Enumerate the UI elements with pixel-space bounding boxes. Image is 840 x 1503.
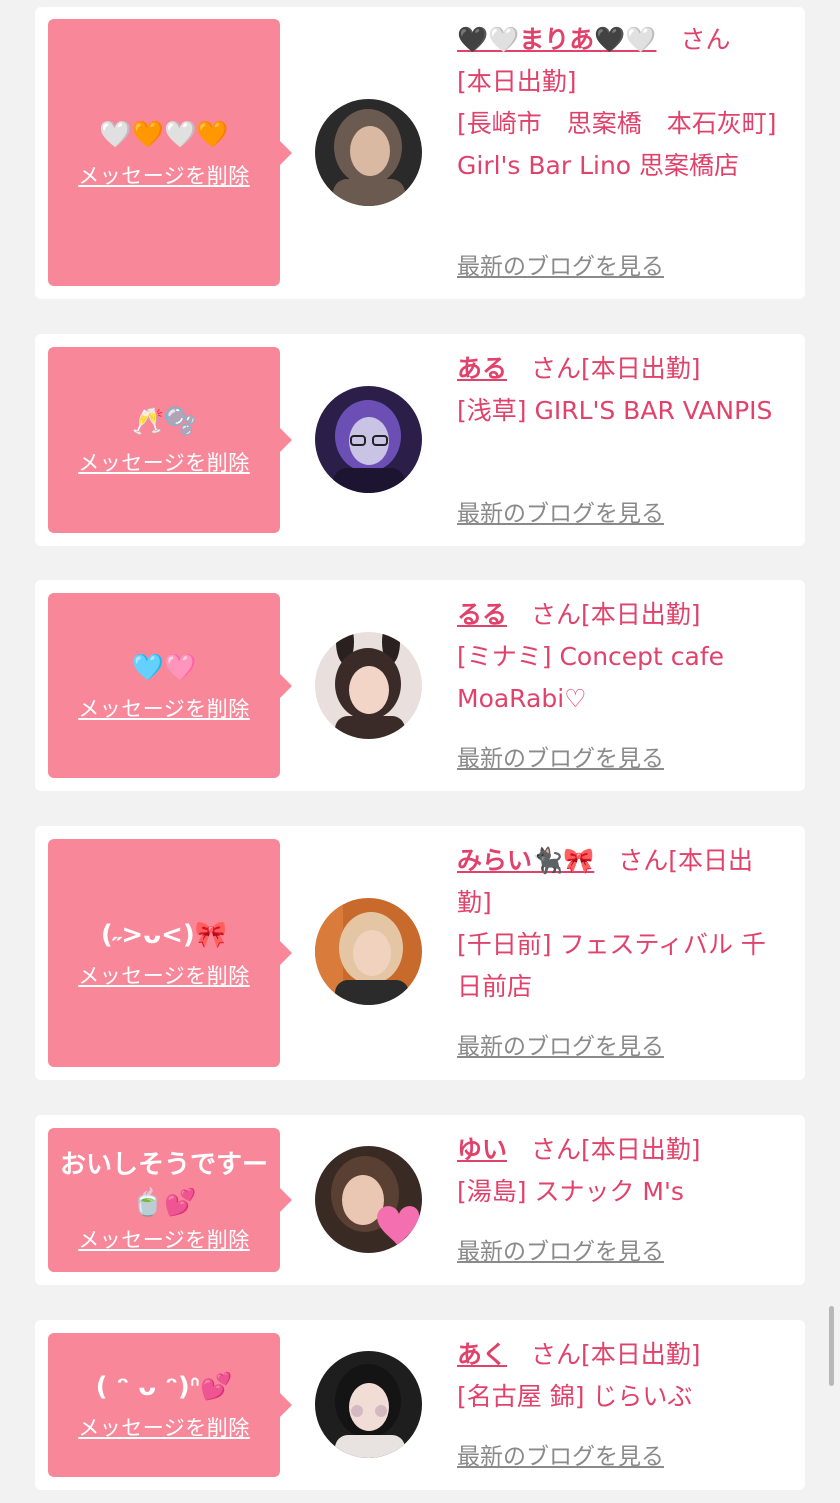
delete-message-link[interactable]: メッセージを削除 — [78, 449, 250, 477]
list-item: 🩵🩷 メッセージを削除 るる さん[本日出勤] [ミナミ] Concept caf… — [35, 580, 805, 791]
message-bubble: おいしそうですー 🍵💕 メッセージを削除 — [48, 1128, 292, 1272]
cast-name-link[interactable]: るる — [457, 600, 507, 629]
shop-name: [湯島] スナック M's — [457, 1177, 684, 1206]
latest-blog-link[interactable]: 最新のブログを見る — [457, 499, 664, 529]
avatar[interactable] — [315, 99, 422, 206]
message-text: 🥂🫧 — [131, 407, 197, 437]
avatar[interactable] — [315, 1146, 422, 1253]
cast-info: るる さん[本日出勤] [ミナミ] Concept cafe MoaRabi♡ — [457, 594, 787, 720]
avatar[interactable] — [315, 386, 422, 493]
avatar[interactable] — [315, 898, 422, 1005]
message-text: おいしそうですー 🍵💕 — [59, 1150, 268, 1218]
cast-name-link[interactable]: ある — [457, 354, 507, 383]
avatar-image — [315, 99, 422, 206]
cast-info: ある さん[本日出勤] [浅草] GIRL'S BAR VANPIS — [457, 348, 787, 432]
cast-name-link[interactable]: 🖤🤍まりあ🖤🤍 — [457, 25, 657, 54]
avatar-image — [315, 898, 422, 1005]
list-item: 🤍🧡🤍🧡 メッセージを削除 🖤🤍まりあ🖤🤍 さん [本日出勤] [長崎市 思案橋 … — [35, 7, 805, 299]
cast-info: ゆい さん[本日出勤] [湯島] スナック M's — [457, 1129, 787, 1213]
honorific: さん — [680, 25, 731, 54]
message-text: ( ᵔ ᴗ ᵔ)ᐢ💕 — [95, 1372, 233, 1402]
message-bubble: 🩵🩷 メッセージを削除 — [48, 593, 292, 778]
avatar-image — [315, 1351, 422, 1458]
cast-info: 🖤🤍まりあ🖤🤍 さん [本日出勤] [長崎市 思案橋 本石灰町] Girl's B… — [457, 19, 787, 187]
message-text: 🤍🧡🤍🧡 — [99, 119, 229, 150]
shop-name: [長崎市 思案橋 本石灰町] Girl's Bar Lino 思案橋店 — [457, 109, 777, 180]
latest-blog-link[interactable]: 最新のブログを見る — [457, 1032, 664, 1062]
message-bubble: 🥂🫧 メッセージを削除 — [48, 347, 292, 533]
honorific: さん — [531, 600, 582, 629]
cast-info: みらい🐈‍⬛🎀 さん[本日出勤] [千日前] フェスティバル 千日前店 — [457, 840, 787, 1008]
message-bubble: (˶>ᴗ<)🎀 メッセージを削除 — [48, 839, 292, 1067]
shop-name: [名古屋 錦] じらいぶ — [457, 1382, 693, 1411]
work-status: [本日出勤] — [581, 354, 701, 383]
honorific: さん — [531, 354, 582, 383]
cast-name-link[interactable]: みらい🐈‍⬛🎀 — [457, 846, 594, 875]
delete-message-link[interactable]: メッセージを削除 — [78, 1226, 250, 1254]
cast-info: あく さん[本日出勤] [名古屋 錦] じらいぶ — [457, 1334, 787, 1418]
latest-blog-link[interactable]: 最新のブログを見る — [457, 252, 664, 282]
message-bubble: 🤍🧡🤍🧡 メッセージを削除 — [48, 19, 292, 286]
delete-message-link[interactable]: メッセージを削除 — [78, 1414, 250, 1442]
avatar[interactable] — [315, 1351, 422, 1458]
shop-name: [ミナミ] Concept cafe MoaRabi♡ — [457, 642, 725, 713]
honorific: さん — [618, 846, 669, 875]
avatar[interactable] — [315, 632, 422, 739]
avatar-image — [315, 632, 422, 739]
shop-name: [千日前] フェスティバル 千日前店 — [457, 930, 766, 1001]
honorific: さん — [531, 1135, 582, 1164]
work-status: [本日出勤] — [581, 1135, 701, 1164]
delete-message-link[interactable]: メッセージを削除 — [78, 962, 250, 990]
cast-name-link[interactable]: ゆい — [457, 1135, 507, 1164]
list-item: (˶>ᴗ<)🎀 メッセージを削除 みらい🐈‍⬛🎀 さん[本日出勤] [千日前] フ… — [35, 826, 805, 1080]
scrollbar-thumb[interactable] — [829, 1306, 834, 1386]
latest-blog-link[interactable]: 最新のブログを見る — [457, 1442, 664, 1472]
delete-message-link[interactable]: メッセージを削除 — [78, 695, 250, 723]
latest-blog-link[interactable]: 最新のブログを見る — [457, 1237, 664, 1267]
message-bubble: ( ᵔ ᴗ ᵔ)ᐢ💕 メッセージを削除 — [48, 1333, 292, 1477]
avatar-image — [315, 1146, 422, 1253]
work-status: [本日出勤] — [581, 600, 701, 629]
message-text: (˶>ᴗ<)🎀 — [100, 920, 228, 950]
honorific: さん — [531, 1340, 582, 1369]
work-status: [本日出勤] — [457, 67, 577, 96]
shop-name: [浅草] GIRL'S BAR VANPIS — [457, 396, 773, 425]
message-list: 🤍🧡🤍🧡 メッセージを削除 🖤🤍まりあ🖤🤍 さん [本日出勤] [長崎市 思案橋 … — [0, 0, 840, 1503]
delete-message-link[interactable]: メッセージを削除 — [78, 162, 250, 190]
list-item: 🥂🫧 メッセージを削除 ある さん[本日出勤] [浅草] GIRL'S BAR V… — [35, 334, 805, 546]
list-item: ( ᵔ ᴗ ᵔ)ᐢ💕 メッセージを削除 あく さん[本日出勤] [名古屋 錦] じ… — [35, 1320, 805, 1490]
avatar-image — [315, 386, 422, 493]
cast-name-link[interactable]: あく — [457, 1340, 507, 1369]
message-text: 🩵🩷 — [131, 652, 197, 683]
work-status: [本日出勤] — [581, 1340, 701, 1369]
list-item: おいしそうですー 🍵💕 メッセージを削除 ゆい さん[本日出勤] [湯島] スナッ… — [35, 1115, 805, 1285]
latest-blog-link[interactable]: 最新のブログを見る — [457, 744, 664, 774]
